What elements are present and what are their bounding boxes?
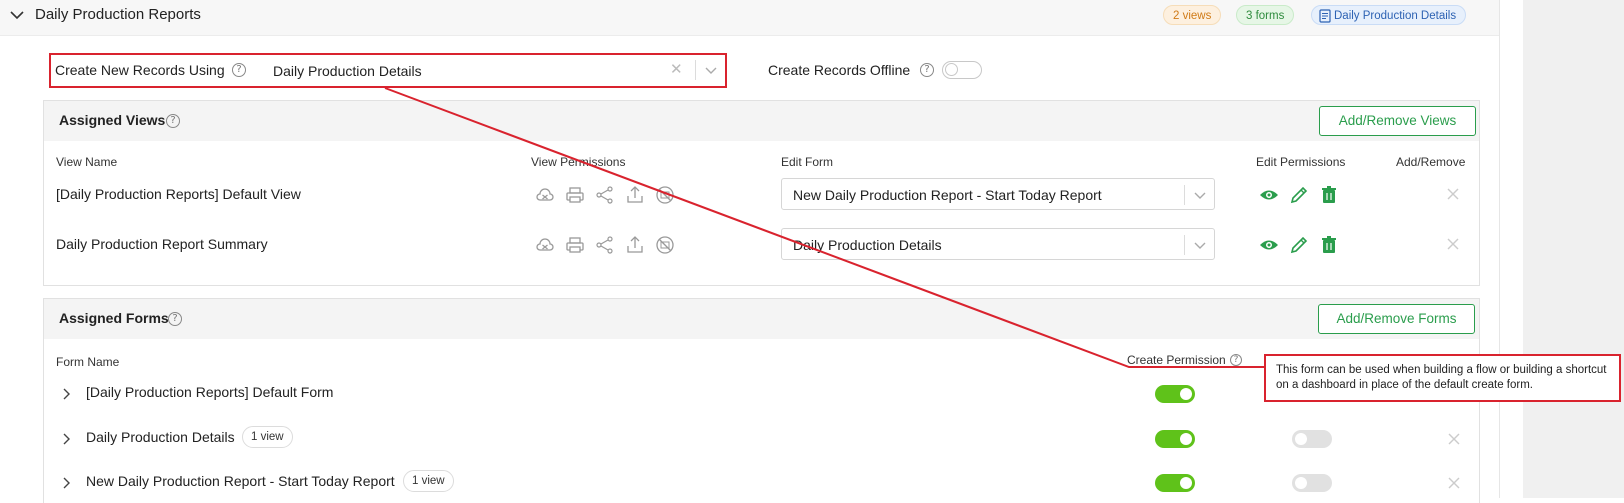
assigned-forms-title: Assigned Forms: [59, 310, 169, 326]
no-image-icon[interactable]: [655, 185, 675, 205]
remove-icon[interactable]: [1446, 237, 1460, 251]
assigned-views-header: Assigned Views ? Add/Remove Views: [44, 101, 1479, 141]
col-create-permission: Create Permission: [1127, 353, 1226, 367]
help-icon[interactable]: ?: [168, 312, 182, 326]
scrollbar-gutter: [1499, 0, 1523, 498]
no-image-icon[interactable]: [655, 235, 675, 255]
assigned-views-panel: Assigned Views ? Add/Remove Views View N…: [43, 100, 1480, 286]
col-add-remove: Add/Remove: [1396, 155, 1466, 169]
section-header[interactable]: Daily Production Reports 2 views 3 forms…: [0, 0, 1499, 36]
col-edit-form: Edit Form: [781, 155, 834, 169]
col-view-name: View Name: [56, 155, 118, 169]
create-new-records-value: Daily Production Details: [273, 63, 422, 79]
create-permission-toggle[interactable]: [1155, 385, 1195, 403]
create-permission-toggle[interactable]: [1155, 430, 1195, 448]
print-icon[interactable]: [565, 185, 585, 205]
export-icon[interactable]: [625, 235, 645, 255]
offline-toggle[interactable]: [942, 61, 982, 79]
remove-icon[interactable]: [1447, 432, 1461, 446]
default-form-badge-label: Daily Production Details: [1334, 10, 1457, 22]
select-divider: [1184, 235, 1185, 255]
share-icon[interactable]: [595, 185, 615, 205]
assigned-views-title: Assigned Views: [59, 112, 166, 128]
edit-form-value: New Daily Production Report - Start Toda…: [793, 187, 1102, 203]
assigned-forms-header: Assigned Forms ? Add/Remove Forms: [44, 299, 1479, 339]
help-icon[interactable]: ?: [166, 114, 180, 128]
print-icon[interactable]: [565, 235, 585, 255]
cloud-off-icon[interactable]: [535, 185, 555, 205]
help-icon[interactable]: ?: [1230, 354, 1242, 366]
pencil-icon[interactable]: [1289, 185, 1309, 205]
edit-form-select[interactable]: New Daily Production Report - Start Toda…: [781, 178, 1215, 210]
pencil-icon[interactable]: [1289, 235, 1309, 255]
col-edit-permissions: Edit Permissions: [1256, 155, 1346, 169]
export-icon[interactable]: [625, 185, 645, 205]
chevron-down-icon[interactable]: [1192, 237, 1208, 253]
edit-form-value: Daily Production Details: [793, 237, 942, 253]
col-view-permissions: View Permissions: [531, 155, 626, 169]
create-records-offline-label: Create Records Offline: [768, 62, 911, 78]
side-panel-background: [1523, 0, 1624, 498]
remove-icon[interactable]: [1446, 187, 1460, 201]
create-new-records-select[interactable]: Daily Production Details ✕: [262, 55, 724, 86]
add-remove-views-button[interactable]: Add/Remove Views: [1319, 106, 1476, 136]
select-divider: [1184, 185, 1185, 205]
help-icon[interactable]: ?: [232, 63, 246, 77]
create-new-records-label: Create New Records Using: [55, 62, 225, 78]
eye-icon[interactable]: [1259, 185, 1279, 205]
chevron-right-icon[interactable]: [60, 477, 72, 489]
trash-icon[interactable]: [1319, 185, 1339, 205]
cloud-off-icon[interactable]: [535, 235, 555, 255]
view-row-name: Daily Production Report Summary: [56, 236, 268, 252]
main-content: Daily Production Reports 2 views 3 forms…: [0, 0, 1499, 503]
help-icon[interactable]: ?: [920, 63, 934, 77]
edit-form-select[interactable]: Daily Production Details: [781, 228, 1215, 260]
forms-count-badge: 3 forms: [1236, 5, 1295, 25]
document-icon: [1319, 9, 1331, 23]
add-remove-forms-button[interactable]: Add/Remove Forms: [1318, 304, 1475, 334]
chevron-down-icon[interactable]: [8, 6, 26, 24]
form-row-name: New Daily Production Report - Start Toda…: [86, 473, 395, 489]
chevron-down-icon[interactable]: [1192, 187, 1208, 203]
form-row-name: Daily Production Details: [86, 429, 235, 445]
clear-icon[interactable]: ✕: [670, 60, 683, 78]
default-form-badge: Daily Production Details: [1311, 5, 1467, 25]
eye-icon[interactable]: [1259, 235, 1279, 255]
form-row-name: [Daily Production Reports] Default Form: [86, 384, 334, 400]
chevron-right-icon[interactable]: [60, 433, 72, 445]
view-count-chip: 1 view: [403, 470, 454, 492]
remove-icon[interactable]: [1447, 476, 1461, 490]
views-count-badge: 2 views: [1163, 5, 1222, 25]
trash-icon[interactable]: [1319, 235, 1339, 255]
form-toggle[interactable]: [1292, 430, 1332, 448]
form-toggle[interactable]: [1292, 474, 1332, 492]
section-title: Daily Production Reports: [35, 6, 201, 23]
share-icon[interactable]: [595, 235, 615, 255]
col-form-name: Form Name: [56, 355, 120, 369]
create-permission-tooltip: This form can be used when building a fl…: [1264, 354, 1621, 402]
view-row-name: [Daily Production Reports] Default View: [56, 186, 301, 202]
select-divider: [695, 60, 696, 80]
create-permission-toggle[interactable]: [1155, 474, 1195, 492]
view-count-chip: 1 view: [242, 426, 293, 448]
chevron-right-icon[interactable]: [60, 388, 72, 400]
chevron-down-icon[interactable]: [703, 62, 719, 78]
